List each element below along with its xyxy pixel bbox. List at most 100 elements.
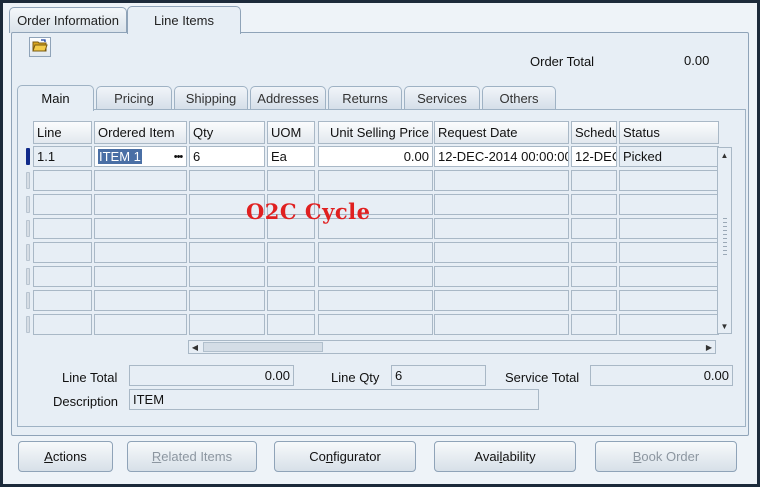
- subtab-pricing[interactable]: Pricing: [96, 86, 172, 110]
- empty-cell[interactable]: [267, 266, 315, 287]
- configurator-button[interactable]: Co n figurator: [274, 441, 416, 472]
- subtab-returns[interactable]: Returns: [328, 86, 402, 110]
- empty-cell[interactable]: [189, 314, 265, 335]
- cell-qty[interactable]: 6: [189, 146, 265, 167]
- arrow-left-icon[interactable]: ◀: [189, 341, 201, 353]
- empty-cell[interactable]: [434, 290, 569, 311]
- column-header-uom[interactable]: UOM: [267, 121, 315, 144]
- cell-line[interactable]: 1.1: [33, 146, 92, 167]
- empty-cell[interactable]: [619, 314, 719, 335]
- empty-cell[interactable]: [318, 314, 433, 335]
- empty-cell[interactable]: [189, 170, 265, 191]
- ordered-item-lov-button[interactable]: •••: [171, 148, 185, 165]
- empty-cell[interactable]: [33, 218, 92, 239]
- empty-cell[interactable]: [434, 194, 569, 215]
- cell-request-date[interactable]: 12-DEC-2014 00:00:00: [434, 146, 569, 167]
- row-marker[interactable]: [26, 292, 30, 309]
- availability-button[interactable]: Avai l ability: [434, 441, 576, 472]
- scroll-grip[interactable]: [723, 218, 727, 258]
- column-header-unit-selling-price[interactable]: Unit Selling Price: [318, 121, 433, 144]
- empty-cell[interactable]: [33, 242, 92, 263]
- empty-cell[interactable]: [571, 194, 617, 215]
- empty-cell[interactable]: [94, 194, 187, 215]
- related-items-button[interactable]: Related Items: [127, 441, 257, 472]
- cell-unit-selling-price[interactable]: 0.00: [318, 146, 433, 167]
- description-field[interactable]: ITEM: [129, 389, 539, 410]
- column-header-ordered-item[interactable]: Ordered Item: [94, 121, 187, 144]
- empty-cell[interactable]: [267, 170, 315, 191]
- tab-order-information[interactable]: Order Information: [9, 7, 127, 33]
- vertical-scrollbar[interactable]: ▲ ▼: [717, 147, 732, 334]
- empty-cell[interactable]: [619, 170, 719, 191]
- arrow-down-icon[interactable]: ▼: [718, 319, 731, 333]
- service-total-field[interactable]: 0.00: [590, 365, 733, 386]
- line-qty-field[interactable]: 6: [391, 365, 486, 386]
- subtab-services[interactable]: Services: [404, 86, 480, 110]
- row-marker[interactable]: [26, 316, 30, 333]
- empty-cell[interactable]: [189, 290, 265, 311]
- row-marker[interactable]: [26, 172, 30, 189]
- empty-cell[interactable]: [318, 266, 433, 287]
- empty-cell[interactable]: [434, 242, 569, 263]
- empty-cell[interactable]: [571, 314, 617, 335]
- empty-cell[interactable]: [267, 242, 315, 263]
- subtab-main[interactable]: Main: [17, 85, 94, 111]
- row-marker[interactable]: [26, 220, 30, 237]
- empty-cell[interactable]: [94, 218, 187, 239]
- column-header-status[interactable]: Status: [619, 121, 719, 144]
- empty-cell[interactable]: [33, 170, 92, 191]
- line-total-field[interactable]: 0.00: [129, 365, 294, 386]
- empty-cell[interactable]: [619, 242, 719, 263]
- empty-cell[interactable]: [571, 170, 617, 191]
- empty-cell[interactable]: [434, 266, 569, 287]
- empty-cell[interactable]: [94, 314, 187, 335]
- empty-cell[interactable]: [94, 242, 187, 263]
- empty-cell[interactable]: [571, 266, 617, 287]
- empty-cell[interactable]: [434, 314, 569, 335]
- empty-cell[interactable]: [33, 314, 92, 335]
- empty-cell[interactable]: [619, 290, 719, 311]
- empty-cell[interactable]: [33, 194, 92, 215]
- row-marker[interactable]: [26, 244, 30, 261]
- empty-cell[interactable]: [267, 314, 315, 335]
- subtab-shipping[interactable]: Shipping: [174, 86, 248, 110]
- empty-cell[interactable]: [619, 194, 719, 215]
- empty-cell[interactable]: [267, 290, 315, 311]
- row-marker[interactable]: [26, 268, 30, 285]
- empty-cell[interactable]: [619, 266, 719, 287]
- current-row-marker[interactable]: [26, 148, 30, 165]
- horizontal-scrollbar[interactable]: ◀ ▶: [188, 340, 716, 354]
- empty-cell[interactable]: [434, 218, 569, 239]
- folder-button[interactable]: [29, 37, 51, 57]
- empty-cell[interactable]: [94, 290, 187, 311]
- empty-cell[interactable]: [571, 242, 617, 263]
- column-header-request-date[interactable]: Request Date: [434, 121, 569, 144]
- empty-cell[interactable]: [571, 290, 617, 311]
- column-header-schedule[interactable]: Schedu: [571, 121, 617, 144]
- empty-cell[interactable]: [571, 218, 617, 239]
- empty-cell[interactable]: [189, 266, 265, 287]
- arrow-right-icon[interactable]: ▶: [703, 341, 715, 353]
- empty-cell[interactable]: [318, 290, 433, 311]
- empty-cell[interactable]: [94, 170, 187, 191]
- cell-uom[interactable]: Ea: [267, 146, 315, 167]
- empty-cell[interactable]: [434, 170, 569, 191]
- empty-cell[interactable]: [94, 266, 187, 287]
- actions-button[interactable]: Actions: [18, 441, 113, 472]
- cell-status[interactable]: Picked: [619, 146, 719, 167]
- column-header-qty[interactable]: Qty: [189, 121, 265, 144]
- empty-cell[interactable]: [318, 242, 433, 263]
- cell-schedule[interactable]: 12-DEC: [571, 146, 617, 167]
- column-header-line[interactable]: Line: [33, 121, 92, 144]
- empty-cell[interactable]: [33, 290, 92, 311]
- subtab-addresses[interactable]: Addresses: [250, 86, 326, 110]
- tab-line-items[interactable]: Line Items: [127, 6, 241, 34]
- empty-cell[interactable]: [189, 242, 265, 263]
- horizontal-scroll-thumb[interactable]: [203, 342, 323, 352]
- book-order-button[interactable]: Book Order: [595, 441, 737, 472]
- arrow-up-icon[interactable]: ▲: [718, 148, 731, 162]
- row-marker[interactable]: [26, 196, 30, 213]
- subtab-others[interactable]: Others: [482, 86, 556, 110]
- empty-cell[interactable]: [619, 218, 719, 239]
- empty-cell[interactable]: [33, 266, 92, 287]
